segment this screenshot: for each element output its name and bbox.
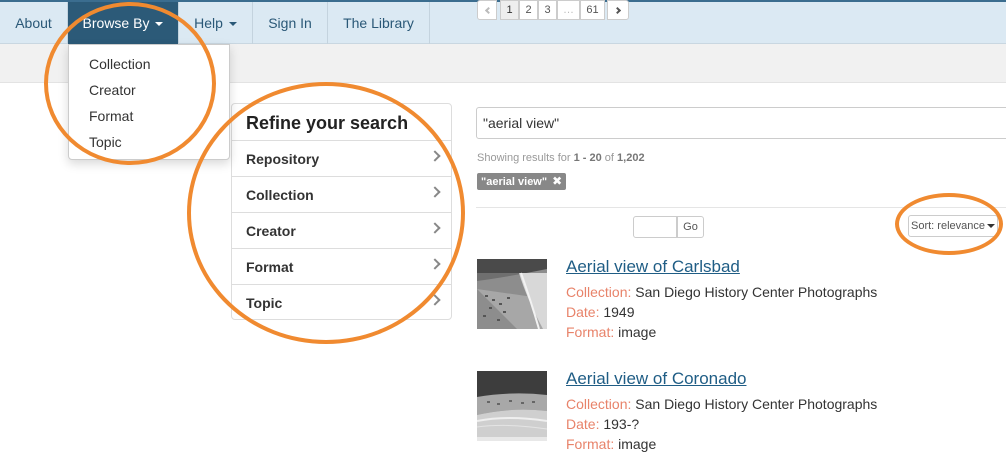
page-button-1[interactable]: 1	[500, 0, 519, 20]
nav-about[interactable]: About	[0, 2, 68, 44]
date-label: Date:	[566, 304, 600, 320]
sort-dropdown[interactable]: Sort: relevance	[908, 215, 998, 237]
remove-tag-icon[interactable]: ✖	[552, 173, 562, 190]
results-total: 1,202	[617, 152, 645, 164]
result-collection: Collection: San Diego History Center Pho…	[566, 396, 877, 412]
date-label: Date:	[566, 416, 600, 432]
search-term-tag: "aerial view" ✖	[477, 173, 567, 190]
of-text: of	[601, 152, 618, 164]
nav-about-label: About	[15, 15, 52, 31]
browse-by-dropdown: Collection Creator Format Topic	[68, 44, 230, 160]
nav-the-library[interactable]: The Library	[328, 2, 430, 44]
nav-sign-in[interactable]: Sign In	[253, 2, 328, 44]
page-ellipsis: …	[557, 0, 580, 20]
facet-label: Collection	[246, 187, 314, 203]
date-value: 193-?	[603, 416, 640, 432]
showing-prefix: Showing results for	[477, 152, 574, 164]
format-label: Format:	[566, 324, 615, 340]
collection-label: Collection:	[566, 396, 632, 412]
facet-repository[interactable]: Repository	[232, 140, 451, 176]
dropdown-item-format[interactable]: Format	[89, 108, 133, 124]
format-value: image	[618, 324, 657, 340]
search-input[interactable]	[476, 107, 1006, 139]
refine-title: Refine your search	[246, 113, 409, 133]
result-date: Date: 193-?	[566, 416, 639, 432]
collection-value: San Diego History Center Photographs	[635, 284, 878, 300]
sort-label: Sort: relevance	[911, 220, 985, 232]
search-term-tag-label: "aerial view"	[481, 176, 548, 188]
result-item: Aerial view of Coronado Collection: San …	[476, 369, 1006, 452]
go-button[interactable]: Go	[677, 216, 704, 238]
nav-browse-by-label: Browse By	[82, 15, 150, 31]
caret-down-icon	[986, 224, 995, 229]
chevron-right-icon	[429, 258, 441, 270]
chevron-right-icon	[429, 186, 441, 198]
result-date: Date: 1949	[566, 304, 635, 320]
aerial-photo-thumbnail	[477, 259, 547, 329]
facet-format[interactable]: Format	[232, 248, 451, 284]
divider	[476, 207, 1006, 208]
refine-panel: Refine your search Repository Collection…	[231, 103, 452, 320]
caret-down-icon	[228, 22, 237, 27]
nav-browse-by[interactable]: Browse By	[68, 2, 179, 44]
page-button-3[interactable]: 3	[538, 0, 557, 20]
chevron-right-icon	[429, 222, 441, 234]
dropdown-item-collection[interactable]: Collection	[89, 56, 150, 72]
facet-collection[interactable]: Collection	[232, 176, 451, 212]
chevron-right-icon	[429, 150, 441, 162]
format-label: Format:	[566, 436, 615, 452]
facet-label: Topic	[246, 295, 283, 311]
result-collection: Collection: San Diego History Center Pho…	[566, 284, 877, 300]
result-thumbnail[interactable]	[477, 371, 547, 441]
page-button-2[interactable]: 2	[519, 0, 538, 20]
nav-the-library-label: The Library	[343, 15, 414, 31]
result-format: Format: image	[566, 324, 656, 340]
caret-down-icon	[155, 22, 164, 27]
facet-topic[interactable]: Topic	[232, 284, 451, 320]
facet-label: Creator	[246, 223, 296, 239]
date-value: 1949	[603, 304, 635, 320]
facet-label: Format	[246, 259, 294, 275]
chevron-left-icon	[484, 6, 492, 14]
result-title-link[interactable]: Aerial view of Carlsbad	[566, 257, 740, 277]
page-number-input[interactable]	[633, 216, 677, 238]
result-thumbnail[interactable]	[477, 259, 547, 329]
chevron-right-icon	[429, 294, 441, 306]
collection-label: Collection:	[566, 284, 632, 300]
chevron-right-icon	[613, 6, 621, 14]
facet-creator[interactable]: Creator	[232, 212, 451, 248]
collection-value: San Diego History Center Photographs	[635, 396, 878, 412]
nav-sign-in-label: Sign In	[268, 15, 312, 31]
dropdown-item-creator[interactable]: Creator	[89, 82, 136, 98]
results-count: Showing results for 1 - 20 of 1,202	[477, 152, 645, 164]
page-button-61[interactable]: 61	[580, 0, 605, 20]
nav-help[interactable]: Help	[179, 2, 253, 44]
dropdown-item-topic[interactable]: Topic	[89, 134, 122, 150]
results-range: 1 - 20	[573, 152, 602, 164]
nav-help-label: Help	[194, 15, 223, 31]
format-value: image	[618, 436, 657, 452]
next-page-button[interactable]	[607, 0, 629, 20]
prev-page-button[interactable]	[477, 0, 497, 20]
aerial-photo-thumbnail	[477, 371, 547, 441]
result-format: Format: image	[566, 436, 656, 452]
result-item: Aerial view of Carlsbad Collection: San …	[476, 257, 1006, 340]
facet-label: Repository	[246, 151, 320, 167]
result-title-link[interactable]: Aerial view of Coronado	[566, 369, 746, 389]
